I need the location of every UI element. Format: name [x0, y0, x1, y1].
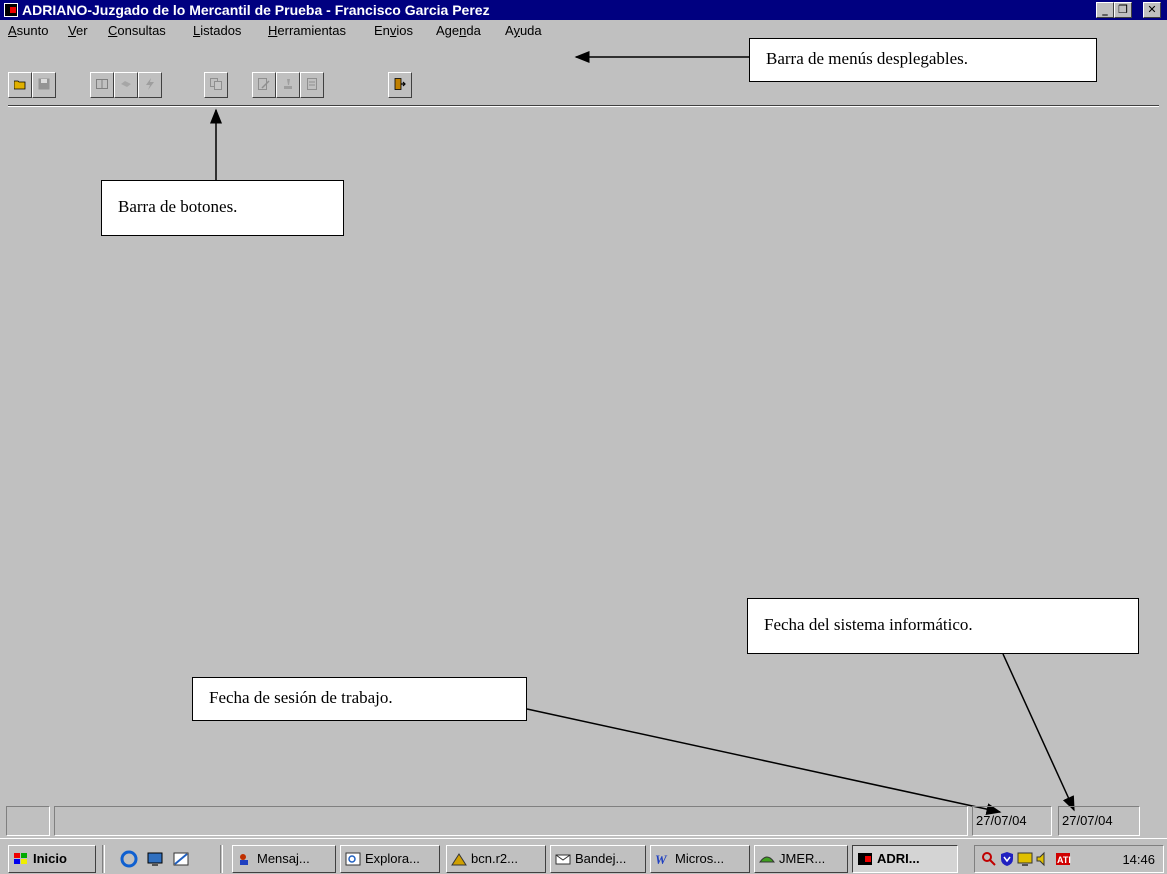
- task-label: Explora...: [365, 851, 420, 866]
- task-label: Bandej...: [575, 851, 627, 866]
- task-button-bandej[interactable]: Bandej...: [550, 845, 646, 873]
- app-icon: [759, 856, 775, 863]
- task-button-adriano[interactable]: ADRI...: [852, 845, 958, 873]
- network-icon: [451, 853, 467, 866]
- taskbar-separator: [102, 845, 105, 873]
- annotation-arrows: [210, 51, 1075, 815]
- desktop-icon[interactable]: [146, 850, 164, 868]
- outlook-express-icon[interactable]: [172, 850, 190, 868]
- status-panel-1: [6, 806, 50, 836]
- monitor-icon[interactable]: [1017, 851, 1033, 867]
- taskbar-separator: [220, 845, 223, 873]
- clock[interactable]: 14:46: [1122, 852, 1155, 867]
- status-bar: 27/07/04 27/07/04: [0, 806, 1167, 836]
- svg-text:W: W: [655, 852, 668, 866]
- arrow-system-date: [1002, 653, 1075, 812]
- adriano-icon: [858, 853, 872, 865]
- task-button-mensaj[interactable]: Mensaj...: [232, 845, 336, 873]
- taskbar: Inicio Mensaj... Explora... bcn.r2... Ba…: [0, 838, 1167, 874]
- messenger-icon: [240, 854, 248, 865]
- word-icon: W: [655, 852, 668, 866]
- shield-icon[interactable]: [999, 851, 1015, 867]
- task-label: bcn.r2...: [471, 851, 518, 866]
- system-date: 27/07/04: [1058, 806, 1140, 836]
- task-button-explora[interactable]: Explora...: [340, 845, 440, 873]
- internet-explorer-icon[interactable]: [120, 850, 138, 868]
- speaker-icon[interactable]: [1035, 851, 1051, 867]
- explorer-icon: [345, 852, 361, 866]
- windows-logo-icon: [14, 853, 27, 864]
- task-label: ADRI...: [877, 851, 920, 866]
- system-tray: ATI 14:46: [974, 845, 1164, 873]
- arrow-session-date: [526, 708, 1002, 815]
- status-panel-message: [54, 806, 968, 836]
- task-button-jmer[interactable]: JMER...: [754, 845, 848, 873]
- start-button[interactable]: Inicio: [8, 845, 96, 873]
- start-label: Inicio: [33, 851, 67, 866]
- task-label: JMER...: [779, 851, 826, 866]
- session-date: 27/07/04: [972, 806, 1052, 836]
- svg-text:ATI: ATI: [1057, 855, 1071, 865]
- ati-icon[interactable]: ATI: [1055, 851, 1071, 867]
- task-button-bcn[interactable]: bcn.r2...: [446, 845, 546, 873]
- inbox-icon: [555, 854, 571, 865]
- task-button-micros[interactable]: W Micros...: [650, 845, 750, 873]
- task-label: Micros...: [675, 851, 725, 866]
- search-icon[interactable]: [981, 851, 997, 867]
- task-label: Mensaj...: [257, 851, 310, 866]
